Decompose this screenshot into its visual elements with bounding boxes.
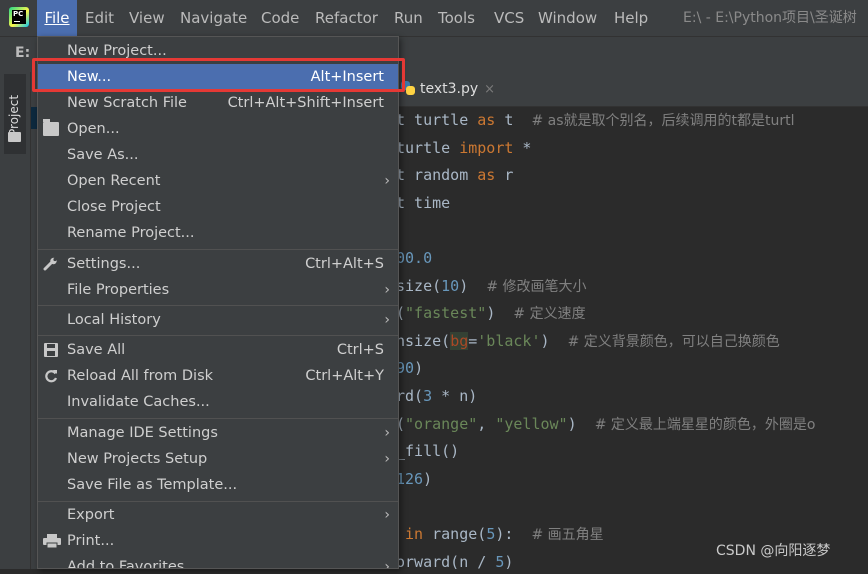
highlight-annotation-box [32,58,405,92]
menu-help[interactable]: Help [614,0,648,36]
menu-item-export[interactable]: Export › [38,502,398,528]
code-line: t turtle as t # as就是取个别名，后续调用的t都是turtl [396,111,795,129]
chevron-right-icon: › [384,425,390,441]
chevron-right-icon: › [384,312,390,328]
code-line: orward(n / 5) [396,552,514,571]
menu-item-save-file-as-template[interactable]: Save File as Template... [38,472,398,498]
menu-separator [38,418,398,419]
code-line: 126) [396,469,433,488]
chevron-right-icon: › [384,507,390,523]
menu-vcs[interactable]: VCS [494,0,524,36]
menu-item-settings[interactable]: Settings... Ctrl+Alt+S [38,251,398,277]
project-tool-label: Project [7,94,21,136]
menu-bar: PC File Edit View Navigate Code Refactor… [0,0,868,36]
menu-item-save-as[interactable]: Save As... [38,142,398,168]
menu-item-open-recent[interactable]: Open Recent › [38,168,398,194]
menu-code[interactable]: Code [261,0,299,36]
code-line: ("fastest") # 定义速度 [396,304,586,323]
chevron-right-icon: › [384,559,390,569]
menu-edit[interactable]: Edit [85,0,114,36]
menu-item-add-to-favorites[interactable]: Add to Favorites › [38,554,398,569]
code-line: 00.0 [396,249,433,267]
code-line: _fill() [396,442,460,461]
print-icon [43,534,61,548]
menu-view[interactable]: View [129,0,165,36]
menu-navigate[interactable]: Navigate [180,0,247,36]
menu-item-manage-ide-settings[interactable]: Manage IDE Settings › [38,420,398,446]
save-icon [43,343,59,357]
project-tool-tab[interactable]: Project [4,74,26,154]
menu-separator [38,335,398,336]
menu-item-print[interactable]: Print... [38,528,398,554]
menu-item-open[interactable]: Open... [38,116,398,142]
code-line: ("orange", "yellow") # 定义最上端星星的颜色，外圈是o [396,414,816,433]
menu-separator [38,249,398,250]
watermark: CSDN @向阳逐梦 [716,543,831,559]
menu-item-rename-project[interactable]: Rename Project... [38,220,398,246]
menu-item-new-scratch-file[interactable]: New Scratch File Ctrl+Alt+Shift+Insert [38,90,398,116]
chevron-right-icon: › [384,282,390,298]
menu-file[interactable]: File [37,0,77,36]
pycharm-logo-icon: PC [9,7,29,27]
wrench-icon [43,257,59,271]
code-line: t time [396,193,451,212]
code-line: turtle import * [396,138,532,157]
menu-item-file-properties[interactable]: File Properties › [38,277,398,303]
menu-item-save-all[interactable]: Save All Ctrl+S [38,337,398,363]
chevron-right-icon: › [384,451,390,467]
code-line: in range(5): # 画五角星 [405,525,604,543]
menu-item-invalidate-caches[interactable]: Invalidate Caches... [38,389,398,415]
code-line: nsize(bg='black') # 定义背景颜色，可以自己换颜色 [396,331,780,350]
menu-item-new-projects-setup[interactable]: New Projects Setup › [38,446,398,472]
close-tab-icon[interactable]: × [484,82,495,97]
menu-separator [38,305,398,306]
chevron-right-icon: › [384,173,390,189]
menu-run[interactable]: Run [394,0,423,36]
file-menu-dropdown: New Project... New... Alt+Insert New Scra… [37,36,399,569]
menu-item-local-history[interactable]: Local History › [38,307,398,333]
code-line: size(10) # 修改画笔大小 [396,276,587,295]
menu-item-reload-all[interactable]: Reload All from Disk Ctrl+Alt+Y [38,363,398,389]
menu-refactor[interactable]: Refactor [315,0,378,36]
breadcrumb[interactable]: E: [15,45,30,61]
project-folder-icon [8,132,21,142]
code-line: 90) [396,359,424,378]
tool-window-stripe: Project [0,72,31,569]
code-line: t random as r [396,166,514,185]
folder-icon [43,119,59,136]
menu-window[interactable]: Window [538,0,597,36]
window-title-path: E:\ - E:\Python项目\圣诞树 [683,10,857,26]
menu-tools[interactable]: Tools [438,0,475,36]
reload-icon [43,369,59,383]
code-line: rd(3 * n) [396,387,478,405]
menu-item-close-project[interactable]: Close Project [38,194,398,220]
editor-tab[interactable]: text3.py × [400,72,495,106]
editor-tab-filename: text3.py [420,81,479,97]
